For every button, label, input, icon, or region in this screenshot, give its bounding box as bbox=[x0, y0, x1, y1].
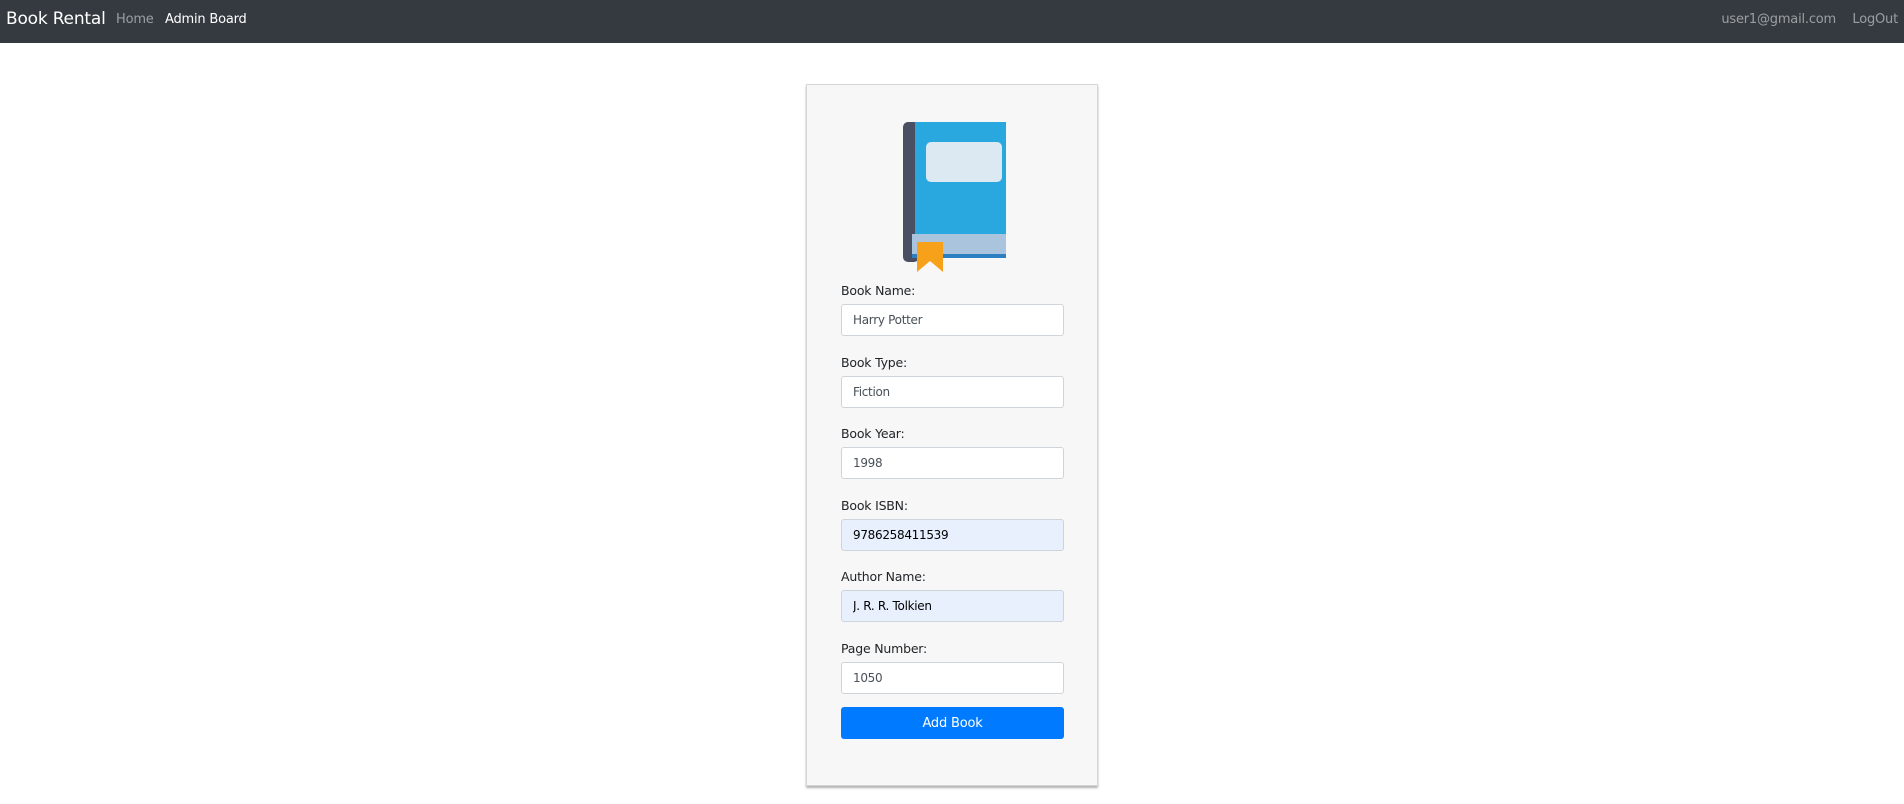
brand-link[interactable]: Book Rental bbox=[6, 9, 106, 29]
nav-user-email-link[interactable]: user1@gmail.com bbox=[1721, 12, 1836, 27]
nav-logout-link[interactable]: LogOut bbox=[1852, 12, 1898, 27]
add-book-button[interactable]: Add Book bbox=[841, 707, 1064, 739]
page-number-label: Page Number: bbox=[841, 641, 928, 656]
add-book-card: Book Name: Book Type: Book Year: Book IS… bbox=[806, 84, 1098, 786]
author-name-input[interactable] bbox=[841, 590, 1064, 622]
author-name-label: Author Name: bbox=[841, 569, 926, 584]
top-navbar: Book Rental Home Admin Board user1@gmail… bbox=[0, 0, 1904, 43]
book-name-label: Book Name: bbox=[841, 283, 916, 298]
book-isbn-input[interactable] bbox=[841, 519, 1064, 551]
book-type-label: Book Type: bbox=[841, 355, 908, 370]
page-number-input[interactable] bbox=[841, 662, 1064, 694]
book-type-input[interactable] bbox=[841, 376, 1064, 408]
book-name-input[interactable] bbox=[841, 304, 1064, 336]
book-icon bbox=[903, 122, 1006, 272]
nav-home-link[interactable]: Home bbox=[116, 12, 154, 27]
book-year-label: Book Year: bbox=[841, 426, 905, 441]
book-isbn-label: Book ISBN: bbox=[841, 498, 908, 513]
nav-admin-board-link[interactable]: Admin Board bbox=[165, 12, 247, 27]
book-year-input[interactable] bbox=[841, 447, 1064, 479]
